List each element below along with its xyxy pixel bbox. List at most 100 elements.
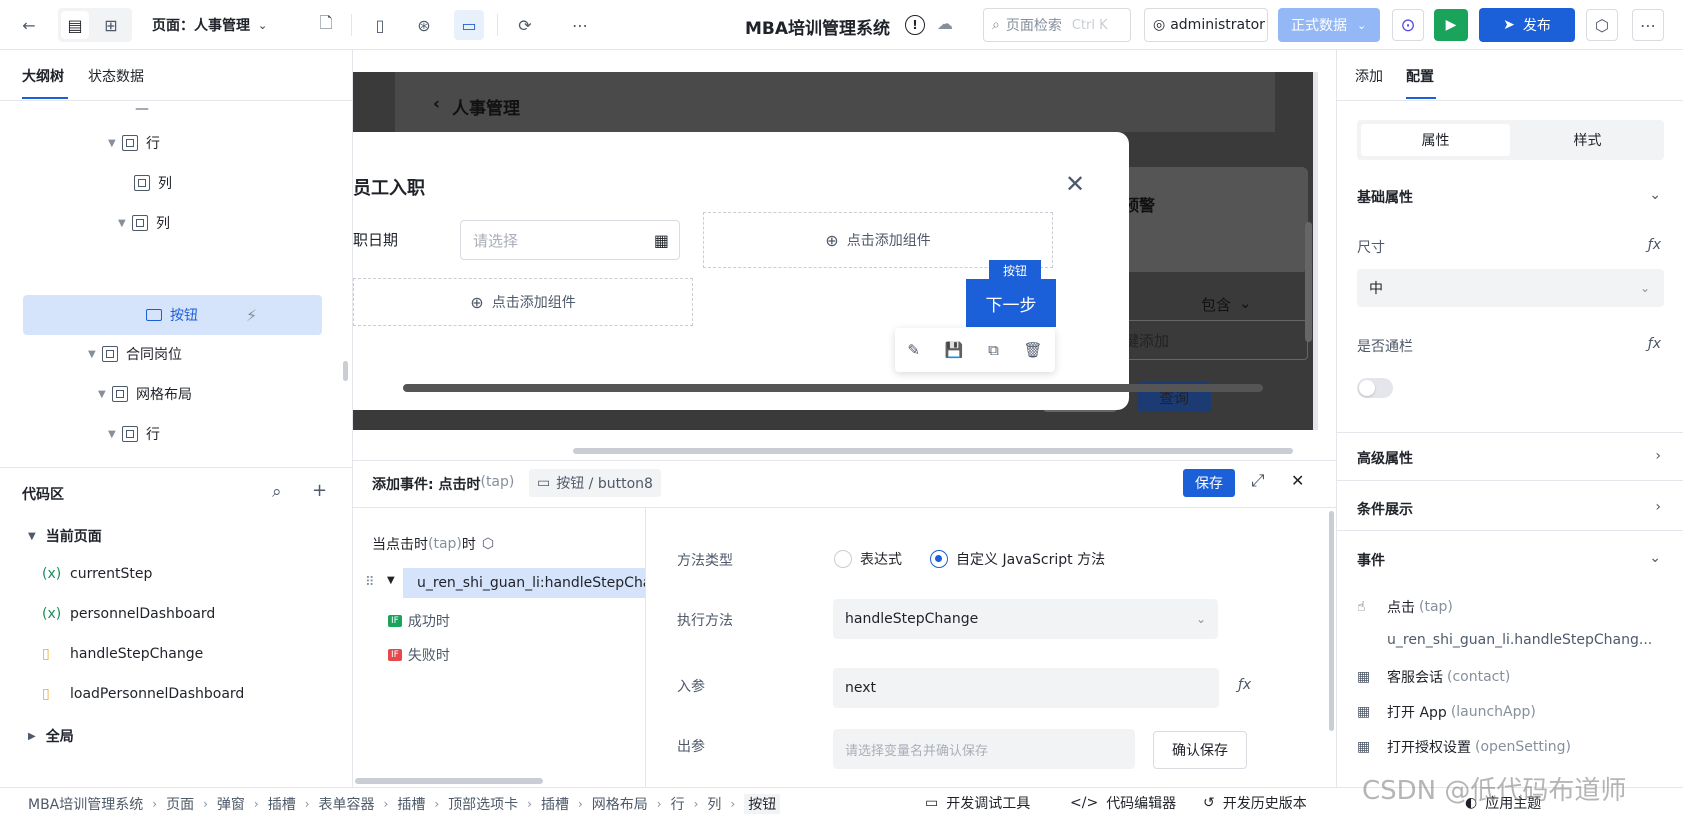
- add-component-slot[interactable]: ⊕ 点击添加组件: [353, 278, 693, 326]
- event-contact[interactable]: ▦ 客服会话 (contact): [1357, 667, 1510, 687]
- publish-button[interactable]: ➤ 发布: [1479, 8, 1575, 42]
- out-param-input[interactable]: 请选择变量名并确认保存: [833, 729, 1135, 769]
- edit-icon[interactable]: ✎: [907, 341, 920, 359]
- tree-node-grid[interactable]: ▼ 网格布局: [98, 374, 192, 414]
- tree-node-column[interactable]: 列: [134, 163, 172, 203]
- env-select[interactable]: 正式数据 ⌄: [1278, 8, 1380, 42]
- breadcrumb-item[interactable]: 弹窗: [217, 794, 245, 814]
- close-icon[interactable]: ✕: [1065, 170, 1085, 198]
- success-branch[interactable]: IF 成功时: [388, 611, 450, 631]
- inner-h-scrollbar[interactable]: [403, 384, 1263, 392]
- add-icon[interactable]: +: [312, 480, 327, 501]
- tree-node-row[interactable]: ▼ 行: [108, 414, 160, 454]
- next-step-button[interactable]: 下一步: [966, 279, 1056, 327]
- tree-node-column[interactable]: ▼ 列: [118, 203, 170, 243]
- code-item-function[interactable]: ▯ loadPersonnelDashboard: [42, 686, 244, 702]
- basic-props-header[interactable]: 基础属性: [1357, 187, 1413, 207]
- history-button[interactable]: ↺ 开发历史版本: [1203, 793, 1307, 813]
- segment-style[interactable]: 样式: [1515, 124, 1660, 156]
- tab-add[interactable]: 添加: [1355, 66, 1383, 86]
- settings-icon[interactable]: ⬡: [482, 536, 494, 552]
- code-item-function[interactable]: ▯ handleStepChange: [42, 646, 203, 662]
- mini-program-icon[interactable]: ⊛: [409, 10, 439, 40]
- segment-attributes[interactable]: 属性: [1361, 124, 1510, 156]
- breadcrumb-item[interactable]: 页面: [166, 794, 194, 814]
- tree-node-button[interactable]: 按钮: [146, 295, 198, 335]
- tab-config[interactable]: 配置: [1406, 66, 1434, 86]
- caret-down-icon[interactable]: ▼: [387, 575, 395, 586]
- chevron-right-icon[interactable]: ›: [1655, 499, 1661, 515]
- formula-icon[interactable]: ƒx: [1648, 336, 1661, 352]
- user-menu[interactable]: ◎ administrator: [1144, 8, 1268, 42]
- fail-branch[interactable]: IF 失败时: [388, 645, 450, 665]
- radio-custom-js[interactable]: 自定义 JavaScript 方法: [930, 549, 1105, 569]
- cloud-sync-icon[interactable]: ☁: [937, 14, 953, 33]
- global-group[interactable]: ▶ 全局: [28, 726, 74, 746]
- close-icon[interactable]: ✕: [1291, 471, 1304, 490]
- save-icon[interactable]: 💾: [945, 341, 964, 359]
- dev-tools-button[interactable]: ▭ 开发调试工具: [925, 793, 1030, 813]
- date-picker-input[interactable]: 请选择 ▦: [460, 220, 680, 260]
- flow-h-scrollbar[interactable]: [355, 778, 543, 784]
- events-header[interactable]: 事件: [1357, 550, 1385, 570]
- formula-icon[interactable]: ƒx: [1648, 237, 1661, 253]
- chevron-down-icon[interactable]: ⌄: [1649, 187, 1661, 203]
- breadcrumb-item[interactable]: 表单容器: [319, 794, 375, 814]
- in-param-input[interactable]: next: [833, 668, 1219, 708]
- inner-v-scrollbar[interactable]: [1305, 222, 1312, 342]
- current-page-group[interactable]: ▼ 当前页面: [28, 526, 102, 546]
- back-arrow-icon[interactable]: ←: [14, 10, 44, 40]
- page-selector[interactable]: 页面：人事管理 ⌄: [152, 15, 267, 35]
- event-tap[interactable]: ☝ 点击 (tap): [1357, 597, 1453, 617]
- breadcrumb-item[interactable]: 网格布局: [592, 794, 648, 814]
- breadcrumb-item[interactable]: 插槽: [397, 794, 425, 814]
- mobile-preview-icon[interactable]: ▯: [365, 10, 395, 40]
- delete-icon[interactable]: 🗑: [1024, 341, 1043, 359]
- info-icon[interactable]: !: [905, 15, 925, 35]
- config-v-scrollbar[interactable]: [1329, 511, 1334, 731]
- new-page-icon[interactable]: 🗋: [311, 10, 341, 40]
- tap-handler-link[interactable]: u_ren_shi_guan_li.handleStepChang...: [1387, 632, 1652, 648]
- advanced-props-header[interactable]: 高级属性: [1357, 448, 1413, 468]
- more-icon[interactable]: ⋯: [565, 10, 595, 40]
- formula-icon[interactable]: ƒx: [1238, 677, 1251, 693]
- radio-expression[interactable]: 表达式: [834, 549, 902, 569]
- tree-node-row[interactable]: ▼ 行: [108, 123, 160, 163]
- tab-outline[interactable]: 大纲树: [22, 66, 64, 86]
- breadcrumb-item[interactable]: 按钮: [744, 794, 781, 814]
- full-width-toggle[interactable]: [1357, 378, 1393, 398]
- code-item-variable[interactable]: (x) currentStep: [42, 566, 152, 582]
- run-play-icon[interactable]: ▶: [1434, 9, 1468, 41]
- breadcrumb-item[interactable]: 顶部选项卡: [448, 794, 518, 814]
- settings-icon[interactable]: ⬡: [1586, 9, 1618, 41]
- event-launch-app[interactable]: ▦ 打开 App (launchApp): [1357, 702, 1536, 722]
- page-search-input[interactable]: ⌕ 页面检索 Ctrl K: [983, 8, 1131, 42]
- ai-assistant-icon[interactable]: ⊙: [1392, 9, 1424, 41]
- action-node[interactable]: u_ren_shi_guan_li:handleStepChange: [403, 568, 645, 598]
- breadcrumb-item[interactable]: 插槽: [268, 794, 296, 814]
- breadcrumb-item[interactable]: MBA培训管理系统: [28, 794, 143, 814]
- size-select[interactable]: 中 ⌄: [1357, 269, 1664, 307]
- exec-method-select[interactable]: handleStepChange ⌄: [833, 599, 1218, 639]
- search-icon[interactable]: ⌕: [272, 482, 282, 502]
- code-editor-button[interactable]: </> 代码编辑器: [1070, 793, 1176, 813]
- event-save-button[interactable]: 保存: [1183, 469, 1235, 497]
- event-open-setting[interactable]: ▦ 打开授权设置 (openSetting): [1357, 737, 1571, 757]
- canvas-h-scrollbar[interactable]: [573, 448, 1293, 454]
- breadcrumb-item[interactable]: 行: [671, 794, 685, 814]
- confirm-save-button[interactable]: 确认保存: [1153, 731, 1247, 769]
- layout-view-icon[interactable]: ⊞: [97, 11, 125, 39]
- condition-header[interactable]: 条件展示: [1357, 499, 1413, 519]
- tree-node-contract[interactable]: ▼ 合同岗位: [88, 334, 182, 374]
- breadcrumb-item[interactable]: 列: [707, 794, 721, 814]
- lightning-icon[interactable]: ⚡: [246, 306, 257, 325]
- outline-view-icon[interactable]: ▤: [61, 11, 89, 39]
- expand-icon[interactable]: ⤢: [1251, 471, 1265, 491]
- desktop-preview-icon[interactable]: ▭: [454, 10, 484, 40]
- code-item-variable[interactable]: (x) personnelDashboard: [42, 606, 215, 622]
- tab-state-data[interactable]: 状态数据: [88, 66, 144, 86]
- copy-icon[interactable]: ⧉: [988, 341, 999, 359]
- drag-handle-icon[interactable]: ⠿: [365, 575, 375, 590]
- chevron-right-icon[interactable]: ›: [1655, 448, 1661, 464]
- chevron-down-icon[interactable]: ⌄: [1649, 550, 1661, 566]
